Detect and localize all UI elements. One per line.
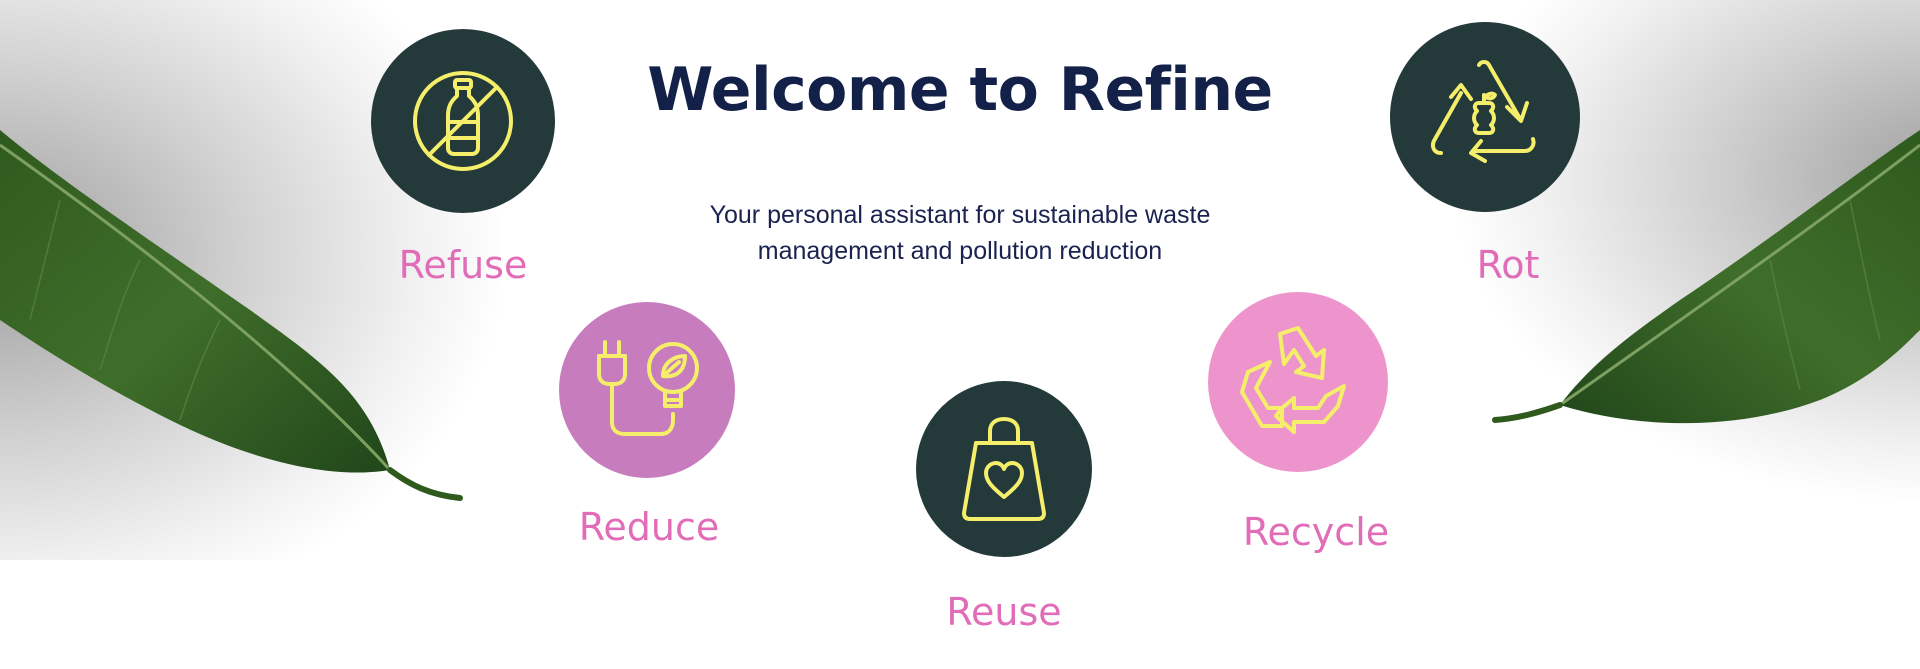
- recycle-icon: [1240, 326, 1346, 434]
- reduce-circle: [559, 302, 735, 478]
- reuse-label: Reuse: [946, 590, 1062, 634]
- shopping-bag-heart-icon: [962, 417, 1046, 521]
- compost-cycle-icon: [1431, 60, 1536, 163]
- refuse-label: Refuse: [398, 243, 528, 287]
- recycle-circle: [1208, 292, 1388, 472]
- no-bottle-icon: [413, 71, 513, 171]
- page-subtitle: Your personal assistant for sustainable …: [709, 201, 1211, 265]
- plug-bulb-icon: [597, 340, 699, 436]
- reuse-circle: [916, 381, 1092, 557]
- recycle-label: Recycle: [1242, 510, 1390, 554]
- page-title: Welcome to Refine: [647, 55, 1273, 125]
- rot-label: Rot: [1476, 243, 1540, 287]
- refuse-circle: [371, 29, 555, 213]
- banner: Welcome to Refine Your personal assistan…: [0, 0, 1920, 669]
- reduce-label: Reduce: [578, 505, 720, 549]
- rot-circle: [1390, 22, 1580, 212]
